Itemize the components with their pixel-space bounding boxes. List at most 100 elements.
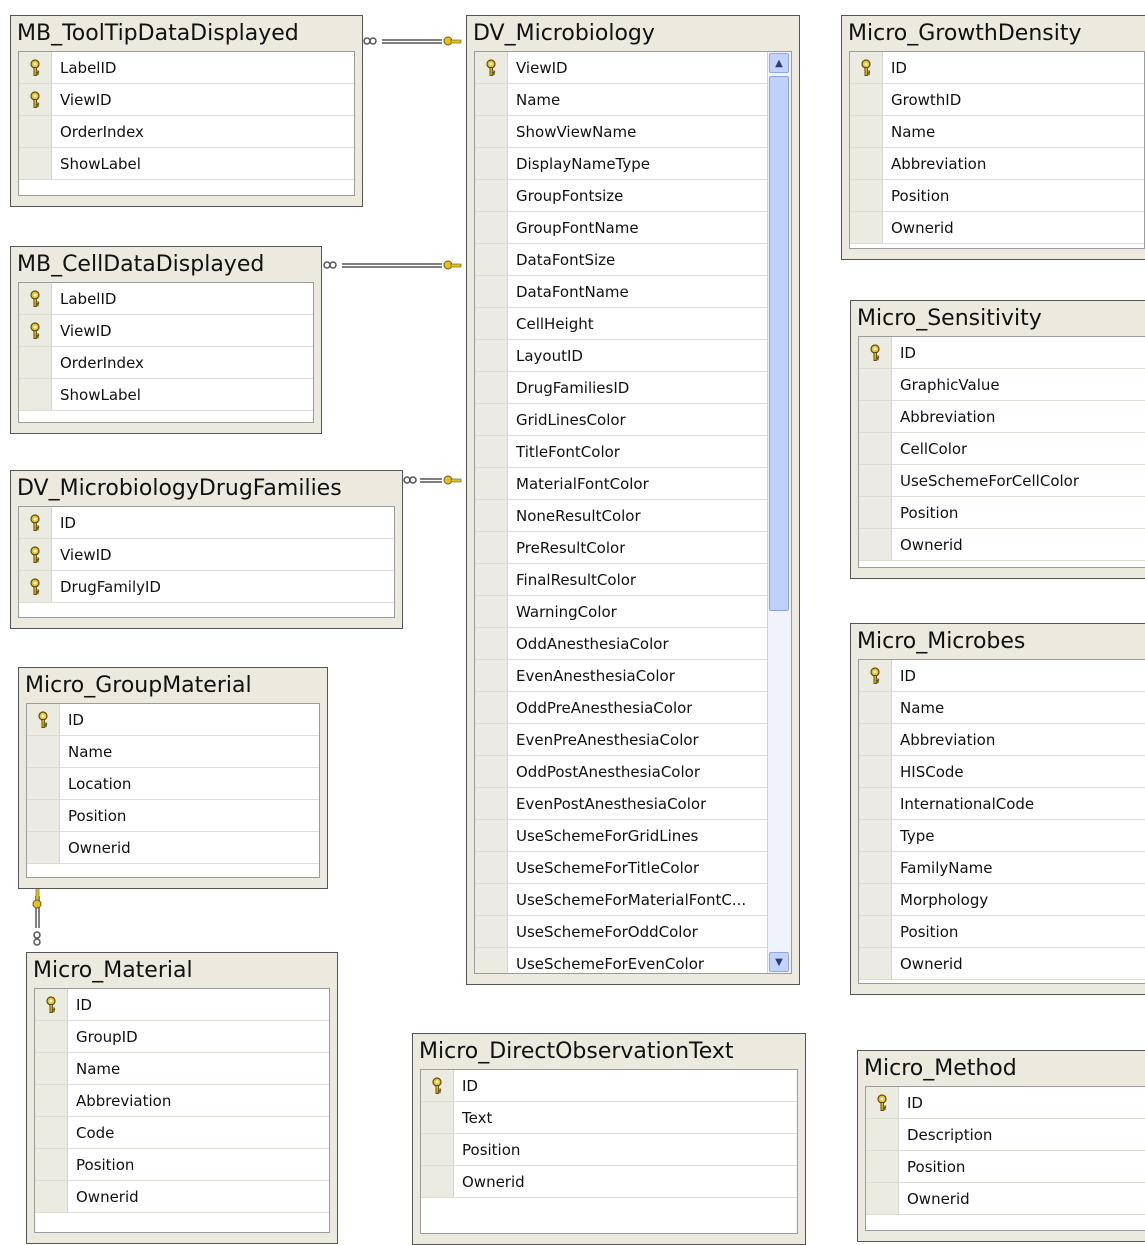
row-selector[interactable] <box>19 539 52 570</box>
row-selector[interactable] <box>35 1181 68 1212</box>
row-selector[interactable] <box>859 529 892 560</box>
row-selector[interactable] <box>475 116 508 147</box>
column-row[interactable]: Morphology <box>859 884 1145 916</box>
row-selector[interactable] <box>866 1151 899 1182</box>
row-selector[interactable] <box>859 465 892 496</box>
row-selector[interactable] <box>859 756 892 787</box>
column-row[interactable]: DisplayNameType <box>475 148 768 180</box>
scroll-up-icon[interactable]: ▲ <box>769 53 789 73</box>
column-row[interactable]: NoneResultColor <box>475 500 768 532</box>
column-row[interactable]: Position <box>859 916 1145 948</box>
row-selector[interactable] <box>859 692 892 723</box>
column-row[interactable]: EvenPostAnesthesiaColor <box>475 788 768 820</box>
column-row[interactable]: ID <box>859 660 1145 692</box>
column-row[interactable]: GroupID <box>35 1021 329 1053</box>
column-row[interactable]: Ownerid <box>859 529 1145 561</box>
column-row[interactable]: Location <box>27 768 319 800</box>
row-selector[interactable] <box>859 337 892 368</box>
column-row[interactable]: Ownerid <box>421 1166 797 1198</box>
row-selector[interactable] <box>475 724 508 755</box>
column-row[interactable]: ID <box>35 989 329 1021</box>
row-selector[interactable] <box>475 948 508 973</box>
row-selector[interactable] <box>421 1166 454 1197</box>
row-selector[interactable] <box>859 852 892 883</box>
row-selector[interactable] <box>859 884 892 915</box>
column-row[interactable]: UseSchemeForEvenColor <box>475 948 768 973</box>
row-selector[interactable] <box>859 401 892 432</box>
table-micro-material[interactable]: Micro_Material ID GroupID Name Abbreviation C… <box>26 952 338 1244</box>
column-row[interactable]: ShowLabel <box>19 379 313 411</box>
row-selector[interactable] <box>19 315 52 346</box>
row-selector[interactable] <box>475 468 508 499</box>
column-row[interactable]: Name <box>859 692 1145 724</box>
row-selector[interactable] <box>35 1053 68 1084</box>
row-selector[interactable] <box>475 244 508 275</box>
column-row[interactable]: Ownerid <box>859 948 1145 980</box>
column-row[interactable]: GraphicValue <box>859 369 1145 401</box>
row-selector[interactable] <box>859 948 892 979</box>
column-row[interactable]: UseSchemeForTitleColor <box>475 852 768 884</box>
column-row[interactable]: Abbreviation <box>859 401 1145 433</box>
row-selector[interactable] <box>475 564 508 595</box>
scrollbar-thumb[interactable] <box>769 76 789 611</box>
column-row[interactable]: LabelID <box>19 52 354 84</box>
column-row[interactable]: Name <box>27 736 319 768</box>
row-selector[interactable] <box>475 820 508 851</box>
table-title[interactable]: DV_MicrobiologyDrugFamilies <box>11 471 402 504</box>
row-selector[interactable] <box>475 628 508 659</box>
table-micro-groupmaterial[interactable]: Micro_GroupMaterial ID Name Location Positio… <box>18 667 328 889</box>
row-selector[interactable] <box>859 660 892 691</box>
table-title[interactable]: DV_Microbiology <box>467 16 799 49</box>
column-row[interactable]: UseSchemeForOddColor <box>475 916 768 948</box>
row-selector[interactable] <box>475 660 508 691</box>
column-row[interactable]: DataFontName <box>475 276 768 308</box>
row-selector[interactable] <box>475 852 508 883</box>
column-row[interactable]: ID <box>866 1087 1145 1119</box>
row-selector[interactable] <box>475 308 508 339</box>
table-title[interactable]: Micro_DirectObservationText <box>413 1034 805 1067</box>
column-row[interactable]: OddPreAnesthesiaColor <box>475 692 768 724</box>
table-title[interactable]: MB_ToolTipDataDisplayed <box>11 16 362 49</box>
row-selector[interactable] <box>475 404 508 435</box>
column-row[interactable]: HISCode <box>859 756 1145 788</box>
row-selector[interactable] <box>475 500 508 531</box>
row-selector[interactable] <box>475 756 508 787</box>
column-row[interactable]: GroupFontsize <box>475 180 768 212</box>
row-selector[interactable] <box>19 507 52 538</box>
column-row[interactable]: OddAnesthesiaColor <box>475 628 768 660</box>
column-row[interactable]: ViewID <box>475 52 768 84</box>
column-row[interactable]: LabelID <box>19 283 313 315</box>
row-selector[interactable] <box>859 820 892 851</box>
column-row[interactable]: MaterialFontColor <box>475 468 768 500</box>
row-selector[interactable] <box>850 212 883 243</box>
row-selector[interactable] <box>35 1021 68 1052</box>
column-row[interactable]: ViewID <box>19 84 354 116</box>
column-row[interactable]: Name <box>850 116 1144 148</box>
column-row[interactable]: Position <box>35 1149 329 1181</box>
table-title[interactable]: MB_CellDataDisplayed <box>11 247 321 280</box>
row-selector[interactable] <box>421 1134 454 1165</box>
row-selector[interactable] <box>19 52 52 83</box>
column-row[interactable]: EvenPreAnesthesiaColor <box>475 724 768 756</box>
column-row[interactable]: GridLinesColor <box>475 404 768 436</box>
column-row[interactable]: Name <box>35 1053 329 1085</box>
row-selector[interactable] <box>19 379 52 410</box>
column-row[interactable]: LayoutID <box>475 340 768 372</box>
column-row[interactable]: ID <box>19 507 394 539</box>
column-row[interactable]: WarningColor <box>475 596 768 628</box>
column-row[interactable]: Ownerid <box>850 212 1144 244</box>
column-row[interactable]: Text <box>421 1102 797 1134</box>
vertical-scrollbar[interactable]: ▲ ▼ <box>767 52 791 973</box>
column-row[interactable]: DrugFamilyID <box>19 571 394 603</box>
column-row[interactable]: FinalResultColor <box>475 564 768 596</box>
row-selector[interactable] <box>475 372 508 403</box>
table-micro-directobservationtext[interactable]: Micro_DirectObservationText ID Text Positio… <box>412 1033 806 1245</box>
column-row[interactable]: ID <box>27 704 319 736</box>
row-selector[interactable] <box>19 347 52 378</box>
row-selector[interactable] <box>27 736 60 767</box>
column-row[interactable]: ID <box>421 1070 797 1102</box>
row-selector[interactable] <box>859 916 892 947</box>
column-row[interactable]: ViewID <box>19 315 313 347</box>
row-selector[interactable] <box>850 84 883 115</box>
row-selector[interactable] <box>475 180 508 211</box>
